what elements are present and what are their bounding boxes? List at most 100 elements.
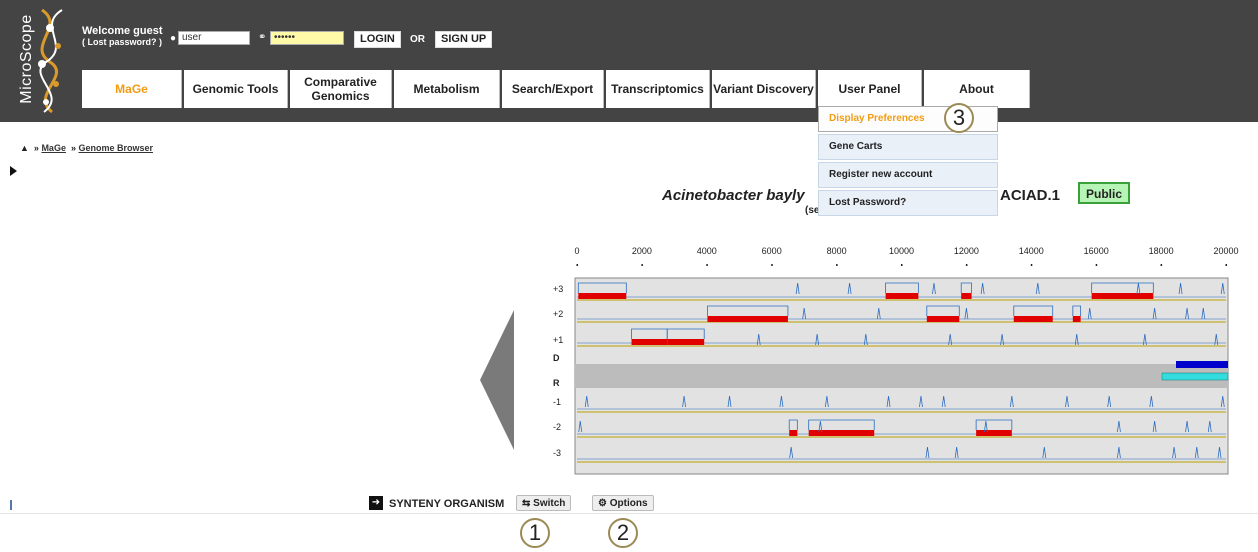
expand-toggle-icon[interactable]	[10, 166, 17, 176]
dna-helix-icon	[38, 8, 63, 114]
ruler-label: 16000	[1084, 246, 1109, 256]
gene-coverage	[577, 282, 627, 293]
signal-spike	[1065, 395, 1069, 408]
signal-spike	[584, 395, 589, 408]
key-icon: ⚭	[258, 32, 267, 43]
gene-block	[631, 339, 668, 345]
gene-coverage	[960, 282, 972, 293]
signal-spike	[932, 282, 936, 295]
ruler-tick	[771, 264, 773, 266]
menu-gene-carts[interactable]: Gene Carts	[818, 134, 998, 160]
ruler-label: 12000	[954, 246, 979, 256]
direct-strand-bar	[1176, 361, 1228, 368]
signal-spike	[818, 420, 823, 433]
signal-spike	[756, 333, 761, 346]
signal-spike	[802, 307, 807, 320]
or-label: OR	[410, 34, 425, 45]
signup-button[interactable]: SIGN UP	[435, 31, 493, 48]
signal-spike	[964, 307, 969, 320]
signal-spike	[1185, 307, 1189, 320]
breadcrumb-mage[interactable]: MaGe	[41, 143, 66, 153]
signal-spike	[1172, 446, 1176, 459]
annotation-1: 1	[520, 518, 550, 548]
microscope-logo[interactable]: MicroScope	[6, 6, 74, 116]
signal-spike	[954, 446, 959, 459]
scroll-left-arrow-icon[interactable]	[480, 310, 514, 450]
ruler-label: 4000	[697, 246, 717, 256]
username-field[interactable]: user	[178, 31, 250, 45]
signal-spike	[948, 333, 953, 346]
frame-label: -1	[553, 397, 561, 407]
ruler-label: 18000	[1149, 246, 1174, 256]
frame-label: +1	[553, 335, 563, 345]
annotation-3: 3	[944, 103, 974, 133]
gene-block	[885, 293, 919, 299]
signal-spike	[1185, 420, 1189, 433]
nav-metabolism[interactable]: Metabolism	[394, 70, 500, 108]
frame-label: R	[553, 378, 560, 388]
ruler-tick	[1225, 264, 1227, 266]
login-button[interactable]: LOGIN	[354, 31, 401, 48]
switch-button[interactable]: ⇆ Switch	[516, 495, 572, 511]
signal-spike	[1152, 307, 1157, 320]
reverse-strand-bar	[1161, 372, 1229, 381]
synteny-label: SYNTENY ORGANISM	[389, 498, 505, 510]
menu-register-new-account[interactable]: Register new account	[818, 162, 998, 188]
nav-transcriptomics[interactable]: Transcriptomics	[606, 70, 710, 108]
welcome-label: Welcome guest	[82, 25, 163, 37]
signal-spike	[1201, 307, 1206, 320]
password-field[interactable]: ••••••	[270, 31, 344, 45]
breadcrumb: ▲ » MaGe » Genome Browser	[20, 143, 153, 153]
user-icon: ●	[170, 33, 177, 44]
public-badge: Public	[1078, 182, 1131, 204]
frame-label: D	[553, 353, 560, 363]
ruler-tick	[836, 264, 838, 266]
signal-spike	[779, 395, 784, 408]
signal-spike	[1087, 307, 1092, 320]
signal-spike	[1136, 282, 1141, 295]
signal-spike	[886, 395, 891, 408]
signal-spike	[1074, 333, 1079, 346]
signal-spike	[1035, 282, 1040, 295]
signal-spike	[1117, 446, 1121, 459]
ruler-label: 8000	[827, 246, 847, 256]
ruler-tick	[901, 264, 903, 266]
gene-block	[976, 430, 1012, 436]
nav-genomic-tools[interactable]: Genomic Tools	[184, 70, 288, 108]
gene-block	[1091, 293, 1154, 299]
nav-mage[interactable]: MaGe	[82, 70, 182, 108]
signal-spike	[1178, 282, 1183, 295]
signal-spike	[1214, 333, 1219, 346]
signal-spike	[1009, 395, 1014, 408]
left-marker	[10, 500, 12, 510]
signal-spike	[863, 333, 868, 346]
arrow-right-icon: ➜	[369, 496, 383, 510]
ruler-label: 14000	[1019, 246, 1044, 256]
nav-about[interactable]: About	[924, 70, 1030, 108]
nav-comparative-genomics[interactable]: Comparative Genomics	[290, 70, 392, 108]
signal-spike	[1207, 420, 1212, 433]
gene-block	[808, 430, 875, 436]
nav-search-export[interactable]: Search/Export	[502, 70, 604, 108]
home-icon[interactable]: ▲	[20, 143, 29, 153]
ruler-tick	[1160, 264, 1163, 266]
gene-block	[1013, 316, 1053, 322]
browser-panel	[574, 277, 1229, 475]
signal-spike	[1152, 420, 1157, 433]
signal-spike	[1107, 395, 1112, 408]
signal-spike	[1220, 282, 1225, 295]
lost-password-link[interactable]: ( Lost password? )	[82, 37, 163, 48]
nav-variant-discovery[interactable]: Variant Discovery	[712, 70, 816, 108]
signal-spike	[1117, 420, 1121, 433]
options-button[interactable]: ⚙ Options	[592, 495, 654, 511]
gene-coverage	[788, 419, 798, 430]
gene-block	[667, 339, 705, 345]
signal-spike	[983, 420, 988, 433]
gene-coverage	[926, 305, 960, 316]
signal-spike	[1217, 446, 1222, 459]
breadcrumb-genome-browser[interactable]: Genome Browser	[78, 143, 153, 153]
nav-user-panel[interactable]: User Panel	[818, 70, 922, 108]
frame-label: -3	[553, 448, 561, 458]
menu-lost-password[interactable]: Lost Password?	[818, 190, 998, 216]
signal-spike	[1194, 446, 1199, 459]
